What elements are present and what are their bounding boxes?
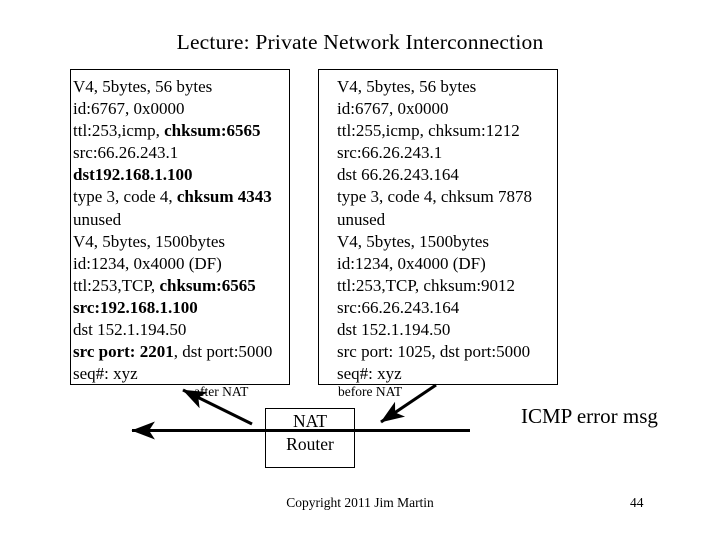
packet-field-highlight: src:192.168.1.100 xyxy=(73,297,198,317)
packet-field: src:66.26.243.164 xyxy=(337,297,460,317)
packet-line: dst 152.1.194.50 xyxy=(73,319,288,341)
packet-line: dst192.168.1.100 xyxy=(73,164,288,186)
nat-router-label-line2: Router xyxy=(286,434,334,454)
packet-field: id:6767, 0x0000 xyxy=(337,99,449,119)
packet-field: src port: 1025, dst port:5000 xyxy=(337,342,531,362)
packet-field: id:6767, 0x0000 xyxy=(73,99,185,119)
packet-field-highlight: chksum 4343 xyxy=(176,187,272,207)
packet-line: src:66.26.243.1 xyxy=(73,142,288,164)
packet-line: V4, 5bytes, 1500bytes xyxy=(73,231,288,253)
packet-field: ttl:253,TCP, chksum:9012 xyxy=(337,275,516,295)
packet-field: src:66.26.243.1 xyxy=(73,143,179,163)
packet-field: seq#: xyz xyxy=(337,364,402,384)
packet-field: ttl:253,icmp, xyxy=(73,121,165,141)
packet-line: V4, 5bytes, 56 bytes xyxy=(73,76,288,98)
packet-line: type 3, code 4, chksum 7878 xyxy=(337,186,556,208)
packet-line: V4, 5bytes, 56 bytes xyxy=(337,76,556,98)
packet-line: type 3, code 4, chksum 4343 xyxy=(73,186,288,208)
after-nat-packet-box: V4, 5bytes, 56 bytes id:6767, 0x0000 ttl:2… xyxy=(70,69,290,385)
packet-field: type 3, code 4, xyxy=(73,187,177,207)
packet-line: src:66.26.243.1 xyxy=(337,142,556,164)
packet-line: id:6767, 0x0000 xyxy=(73,98,288,120)
before-nat-packet-box: V4, 5bytes, 56 bytes id:6767, 0x0000 ttl:2… xyxy=(318,69,558,385)
packet-field-highlight: chksum:6565 xyxy=(164,121,261,141)
packet-line: V4, 5bytes, 1500bytes xyxy=(337,231,556,253)
packet-line: unused xyxy=(73,209,288,231)
packet-line: dst 152.1.194.50 xyxy=(337,319,556,341)
packet-field: V4, 5bytes, 56 bytes xyxy=(337,77,477,96)
packet-line: src:66.26.243.164 xyxy=(337,297,556,319)
packet-field: ttl:253,TCP, xyxy=(73,275,160,295)
packet-field: V4, 5bytes, 1500bytes xyxy=(337,231,490,251)
packet-line: id:1234, 0x4000 (DF) xyxy=(73,253,288,275)
packet-field: unused xyxy=(337,209,386,229)
packet-field: , dst port:5000 xyxy=(173,342,273,362)
packet-line: seq#: xyz xyxy=(73,363,288,385)
packet-field: src:66.26.243.1 xyxy=(337,143,443,163)
packet-line: seq#: xyz xyxy=(337,363,556,385)
packet-line: unused xyxy=(337,209,556,231)
packet-field-highlight: chksum:6565 xyxy=(159,275,256,295)
icmp-error-msg-label: ICMP error msg xyxy=(521,404,658,428)
packet-line: id:6767, 0x0000 xyxy=(337,98,556,120)
packet-field-highlight: src port: 2201 xyxy=(73,342,174,362)
after-nat-label: after NAT xyxy=(194,384,249,399)
packet-field: dst 66.26.243.164 xyxy=(337,165,459,185)
packet-field: unused xyxy=(73,209,122,229)
footer-page-number: 44 xyxy=(630,495,644,510)
nat-router-label-line1: NAT xyxy=(292,411,328,431)
packet-field: id:1234, 0x4000 (DF) xyxy=(73,253,222,273)
packet-field: V4, 5bytes, 56 bytes xyxy=(73,77,213,96)
packet-field: id:1234, 0x4000 (DF) xyxy=(337,253,486,273)
packet-line: src:192.168.1.100 xyxy=(73,297,288,319)
packet-line: src port: 2201, dst port:5000 xyxy=(73,341,288,363)
packet-line: id:1234, 0x4000 (DF) xyxy=(337,253,556,275)
packet-line: dst 66.26.243.164 xyxy=(337,164,556,186)
packet-field: ttl:255,icmp, chksum:1212 xyxy=(337,121,520,141)
packet-field: seq#: xyz xyxy=(73,364,138,384)
packet-field: type 3, code 4, chksum 7878 xyxy=(337,187,532,207)
packet-field: V4, 5bytes, 1500bytes xyxy=(73,231,226,251)
packet-field: dst 152.1.194.50 xyxy=(337,320,451,340)
slide-canvas: Lecture: Private Network Interconnection… xyxy=(0,0,720,540)
before-nat-label: before NAT xyxy=(338,384,403,399)
footer-copyright: Copyright 2011 Jim Martin xyxy=(286,495,434,510)
packet-field-highlight: dst192.168.1.100 xyxy=(73,165,193,185)
packet-line: ttl:253,TCP, chksum:9012 xyxy=(337,275,556,297)
packet-line: ttl:253,TCP, chksum:6565 xyxy=(73,275,288,297)
packet-line: ttl:253,icmp, chksum:6565 xyxy=(73,120,288,142)
packet-line: src port: 1025, dst port:5000 xyxy=(337,341,556,363)
packet-line: ttl:255,icmp, chksum:1212 xyxy=(337,120,556,142)
page-title: Lecture: Private Network Interconnection xyxy=(176,30,544,54)
packet-field: dst 152.1.194.50 xyxy=(73,320,187,340)
